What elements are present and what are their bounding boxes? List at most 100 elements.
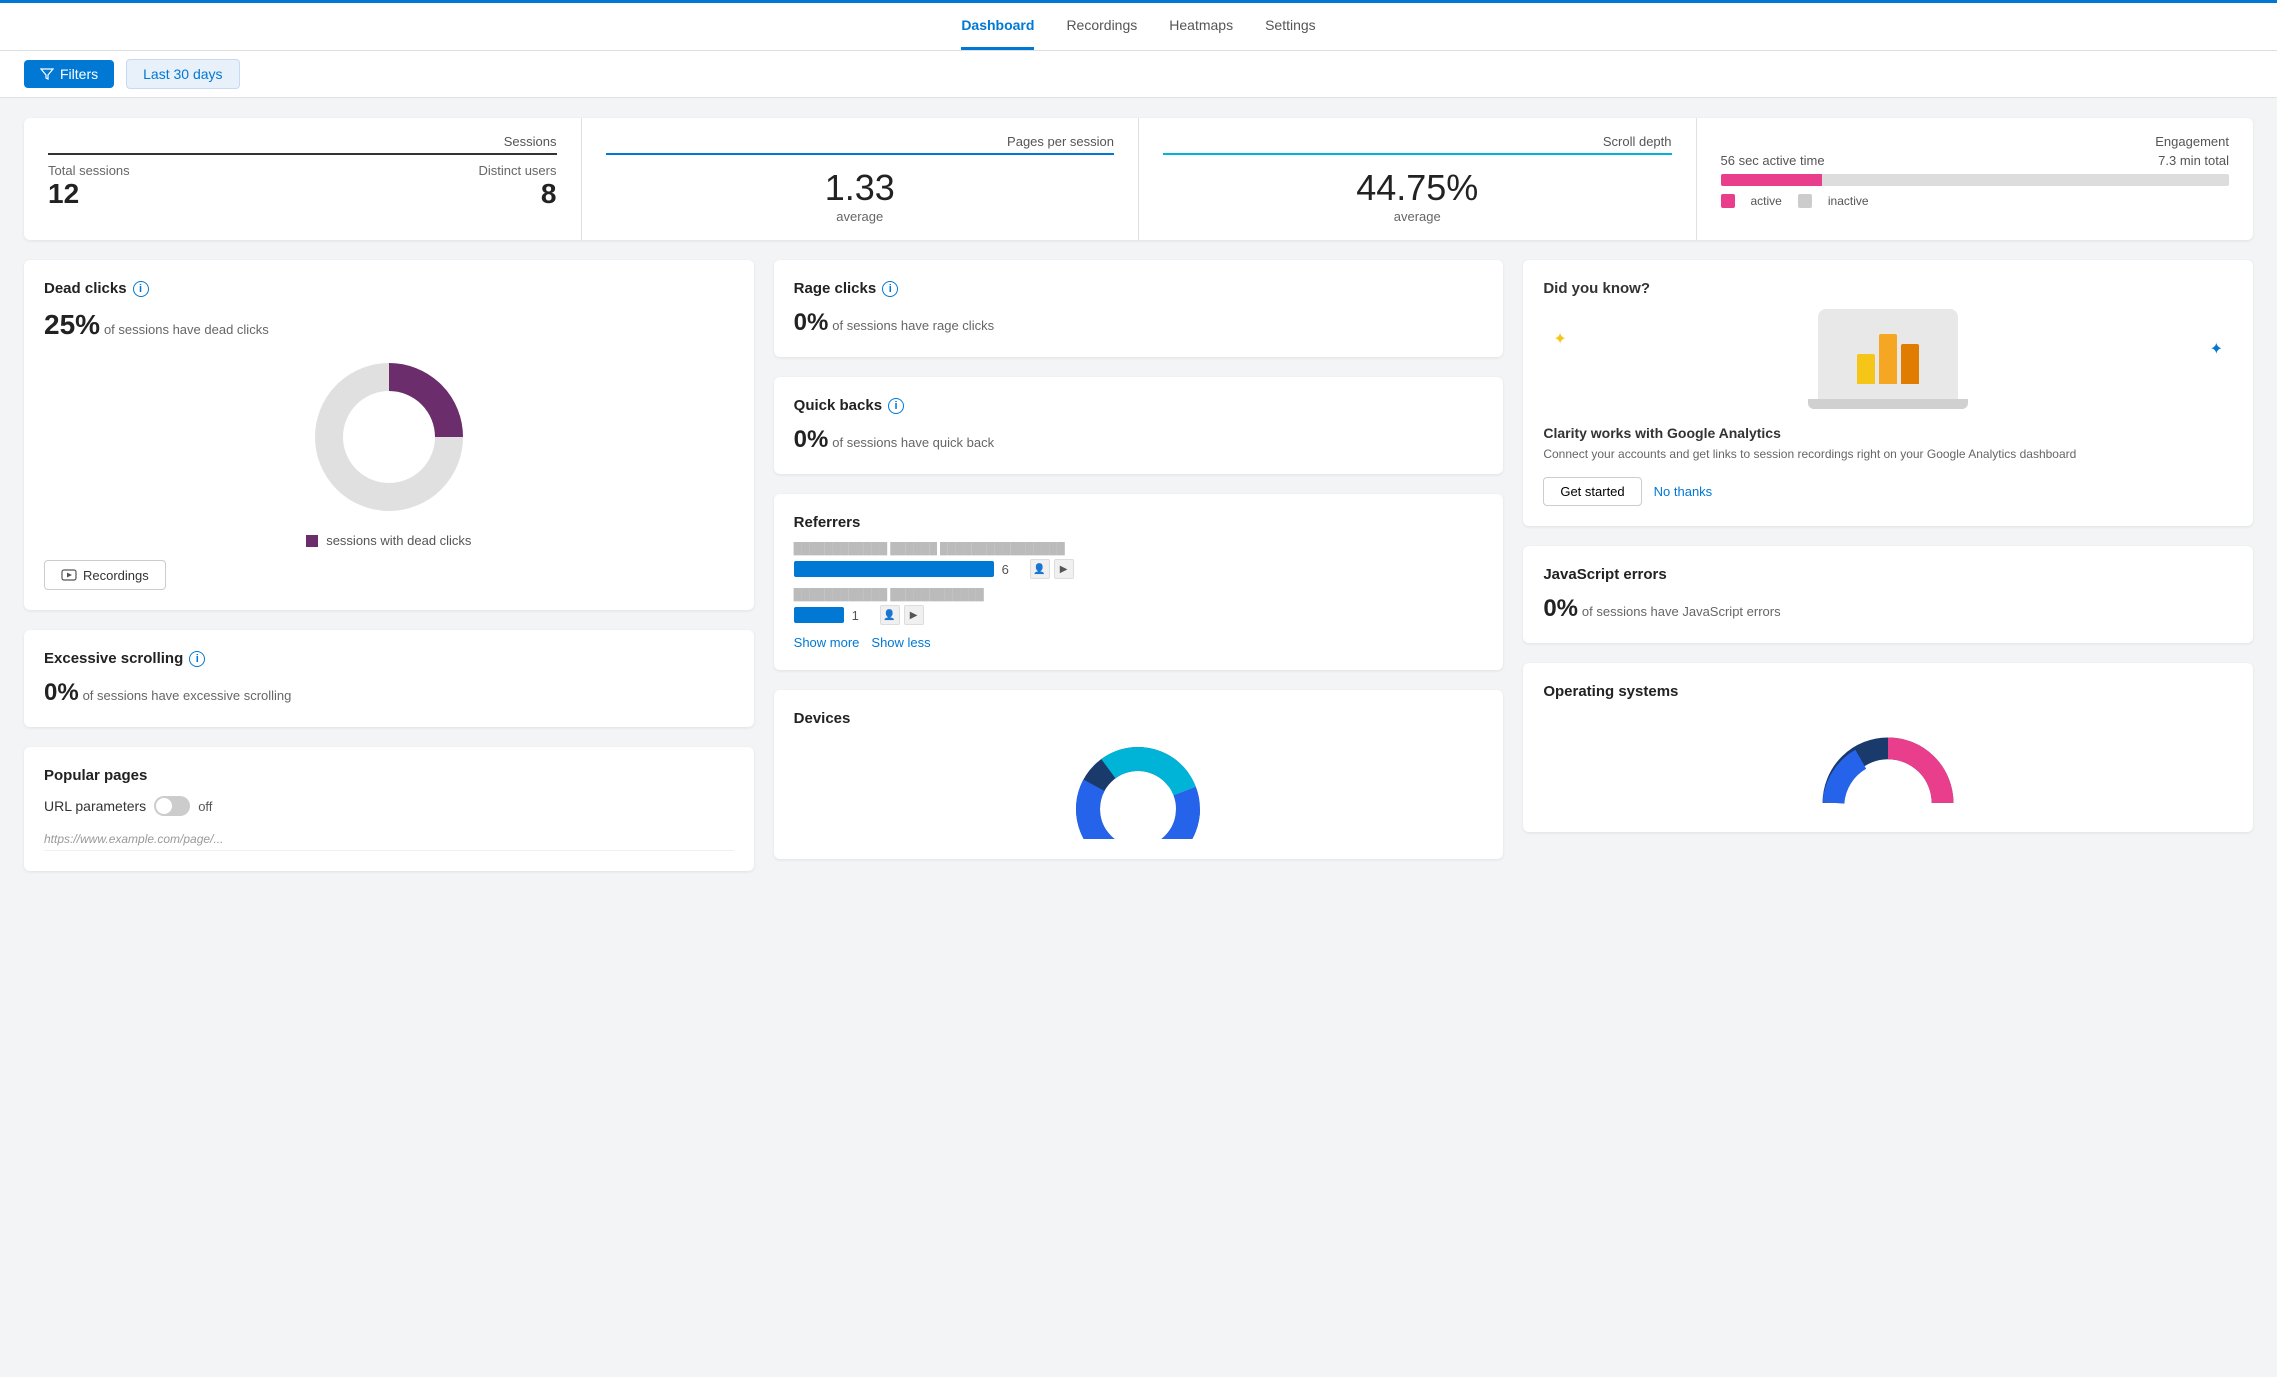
top-nav: Dashboard Recordings Heatmaps Settings <box>0 3 2277 51</box>
total-sessions-label: Total sessions <box>48 163 130 178</box>
scroll-stat: Scroll depth 44.75% average <box>1139 118 1697 240</box>
popular-page-url: https://www.example.com/page/... <box>44 828 734 851</box>
referrers-card: Referrers ████████████ ██████ ██████████… <box>774 494 1504 670</box>
sparkle-left-icon: ✦ <box>1553 329 1566 349</box>
pages-avg-label: average <box>606 209 1115 224</box>
excessive-scrolling-card: Excessive scrolling i 0% of sessions hav… <box>24 630 754 727</box>
referrer-icons-2: 👤 ▶ <box>880 605 924 625</box>
did-you-know-card: Did you know? ✦ ✦ <box>1523 260 2253 526</box>
get-started-button[interactable]: Get started <box>1543 477 1641 506</box>
scroll-value: 44.75% <box>1163 167 1672 209</box>
filter-button[interactable]: Filters <box>24 60 114 88</box>
referrer-count-1: 6 <box>1002 562 1022 577</box>
sessions-stat: Sessions Total sessions 12 Distinct user… <box>24 118 582 240</box>
quick-backs-desc: of sessions have quick back <box>832 435 994 450</box>
did-you-know-heading: Clarity works with Google Analytics <box>1543 425 2233 441</box>
dead-clicks-chart <box>309 357 469 517</box>
quick-backs-card: Quick backs i 0% of sessions have quick … <box>774 377 1504 474</box>
popular-pages-card: Popular pages URL parameters off https:/… <box>24 747 754 871</box>
total-time-label: 7.3 min total <box>2158 153 2229 168</box>
date-range-button[interactable]: Last 30 days <box>126 59 239 89</box>
devices-chart <box>1068 739 1208 839</box>
js-errors-card: JavaScript errors 0% of sessions have Ja… <box>1523 546 2253 643</box>
laptop-graphic <box>1808 309 1968 409</box>
engagement-header: Engagement <box>1721 134 2230 149</box>
dead-clicks-legend-dot <box>306 535 318 547</box>
show-more-button[interactable]: Show more <box>794 635 860 650</box>
rage-clicks-pct: 0% <box>794 309 829 336</box>
filter-icon <box>40 67 54 81</box>
engagement-legend: active inactive <box>1721 194 2230 208</box>
os-chart <box>1808 712 1968 812</box>
main-content: Sessions Total sessions 12 Distinct user… <box>0 98 2277 891</box>
quick-backs-info-icon[interactable]: i <box>888 398 904 414</box>
referrer-row-1: ████████████ ██████ ████████████████ 6 👤… <box>794 543 1484 579</box>
rage-clicks-card: Rage clicks i 0% of sessions have rage c… <box>774 260 1504 357</box>
bar-3 <box>1901 344 1919 384</box>
laptop-screen <box>1818 309 1958 399</box>
dead-clicks-desc: of sessions have dead clicks <box>104 322 269 337</box>
os-donut <box>1543 712 2233 812</box>
sparkle-right-icon: ✦ <box>2210 339 2223 359</box>
quick-backs-title: Quick backs i <box>794 397 1484 414</box>
rage-clicks-info-icon[interactable]: i <box>882 281 898 297</box>
url-params-toggle[interactable] <box>154 796 190 816</box>
total-sessions-value: 12 <box>48 178 130 210</box>
toggle-knob <box>156 798 172 814</box>
referrer-bar-2 <box>794 607 844 623</box>
referrer-row-2: ████████████ ████████████ 1 👤 ▶ <box>794 589 1484 625</box>
did-you-know-buttons: Get started No thanks <box>1543 477 2233 506</box>
referrer-label-1: ████████████ ██████ ████████████████ <box>794 543 1484 555</box>
distinct-users-value: 8 <box>478 178 556 210</box>
referrer-icons-1: 👤 ▶ <box>1030 559 1074 579</box>
dead-clicks-card: Dead clicks i 25% of sessions have dead … <box>24 260 754 610</box>
show-links: Show more Show less <box>794 635 1484 650</box>
bar-1 <box>1857 354 1875 384</box>
recordings-button[interactable]: Recordings <box>44 560 166 590</box>
nav-heatmaps[interactable]: Heatmaps <box>1169 3 1233 50</box>
referrer-user-icon-1[interactable]: 👤 <box>1030 559 1050 579</box>
recordings-icon <box>61 567 77 583</box>
engagement-bar-fill <box>1721 174 1823 186</box>
os-card: Operating systems <box>1523 663 2253 832</box>
referrer-bar-wrap-1: 6 👤 ▶ <box>794 559 1484 579</box>
referrers-title: Referrers <box>794 514 1484 531</box>
scroll-header: Scroll depth <box>1163 134 1672 155</box>
js-errors-desc: of sessions have JavaScript errors <box>1582 604 1781 619</box>
devices-card: Devices <box>774 690 1504 859</box>
referrer-user-icon-2[interactable]: 👤 <box>880 605 900 625</box>
no-thanks-button[interactable]: No thanks <box>1654 484 1713 499</box>
nav-settings[interactable]: Settings <box>1265 3 1316 50</box>
engagement-bar <box>1721 174 2230 186</box>
nav-links: Dashboard Recordings Heatmaps Settings <box>961 3 1315 50</box>
referrer-label-2: ████████████ ████████████ <box>794 589 1484 601</box>
js-errors-title: JavaScript errors <box>1543 566 2233 583</box>
dead-clicks-pct: 25% <box>44 309 100 340</box>
filter-bar: Filters Last 30 days <box>0 51 2277 98</box>
excessive-scrolling-info-icon[interactable]: i <box>189 651 205 667</box>
active-legend-label: active <box>1751 194 1782 208</box>
excessive-scrolling-desc: of sessions have excessive scrolling <box>83 688 292 703</box>
nav-recordings[interactable]: Recordings <box>1066 3 1137 50</box>
popular-pages-title: Popular pages <box>44 767 734 784</box>
pages-stat: Pages per session 1.33 average <box>582 118 1140 240</box>
mid-col: Rage clicks i 0% of sessions have rage c… <box>774 260 1504 871</box>
distinct-users-label: Distinct users <box>478 163 556 178</box>
inactive-legend-label: inactive <box>1828 194 1869 208</box>
dead-clicks-title: Dead clicks i <box>44 280 734 297</box>
left-col: Dead clicks i 25% of sessions have dead … <box>24 260 754 871</box>
sessions-header: Sessions <box>48 134 557 155</box>
laptop-base <box>1808 399 1968 409</box>
mini-bar-chart <box>1857 324 1919 384</box>
did-you-know-title: Did you know? <box>1543 280 2233 297</box>
show-less-button[interactable]: Show less <box>871 635 930 650</box>
nav-dashboard[interactable]: Dashboard <box>961 3 1034 50</box>
os-title: Operating systems <box>1543 683 2233 700</box>
dead-clicks-legend-label: sessions with dead clicks <box>326 533 471 548</box>
referrer-play-icon-1[interactable]: ▶ <box>1054 559 1074 579</box>
referrer-play-icon-2[interactable]: ▶ <box>904 605 924 625</box>
engagement-stat: Engagement 56 sec active time 7.3 min to… <box>1697 118 2254 240</box>
dead-clicks-info-icon[interactable]: i <box>133 281 149 297</box>
did-you-know-image: ✦ ✦ <box>1543 309 2233 409</box>
excessive-scrolling-title: Excessive scrolling i <box>44 650 734 667</box>
